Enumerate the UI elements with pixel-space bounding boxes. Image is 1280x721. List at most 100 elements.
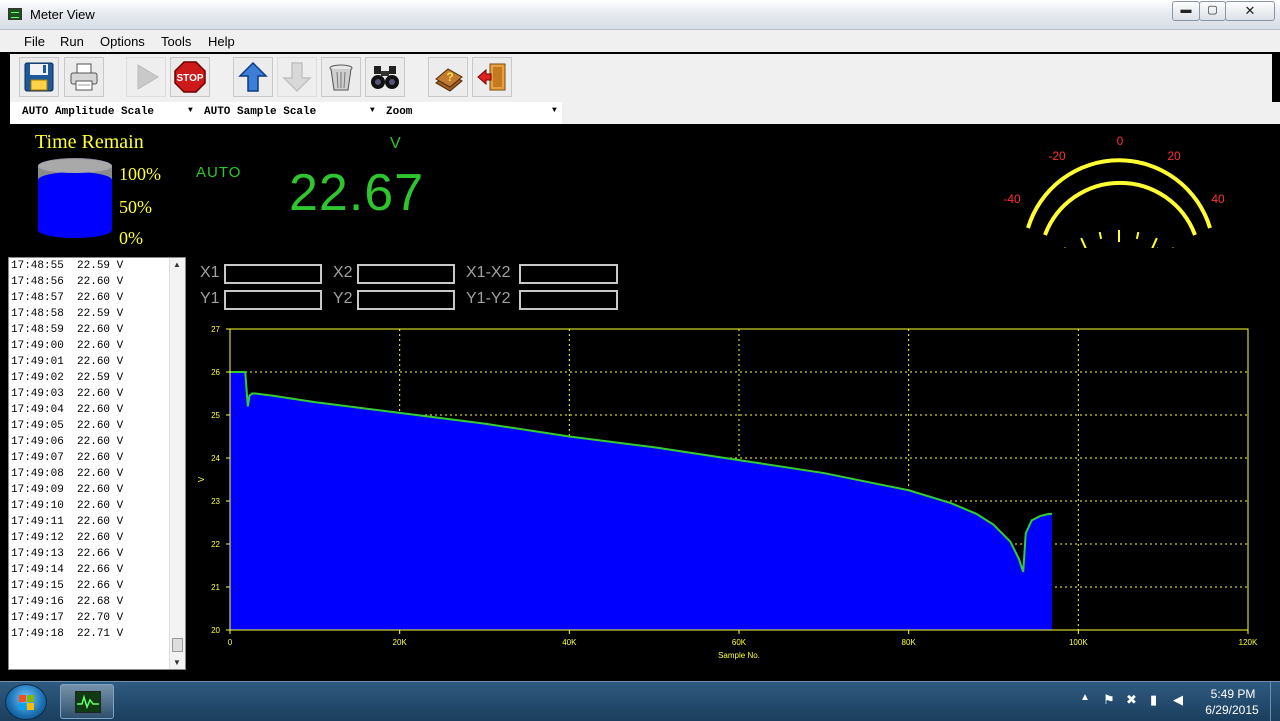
y-tick-label: 22 [211, 540, 220, 549]
chevron-down-icon: ▼ [188, 106, 193, 115]
menu-tools[interactable]: Tools [161, 34, 191, 49]
log-row[interactable]: 17:49:05 22.60 V [11, 420, 123, 436]
stop-sign-icon: STOP [173, 60, 207, 94]
reading-log-list[interactable]: 17:48:55 22.59 V17:48:56 22.60 V17:48:57… [8, 257, 186, 670]
tray-expand-icon[interactable]: ▲ [1080, 692, 1090, 703]
network-error-icon[interactable]: ✖ [1126, 692, 1137, 708]
log-row[interactable]: 17:49:14 22.66 V [11, 564, 123, 580]
gauge-label-40: 40 [1211, 192, 1225, 206]
battery-tank-icon [37, 158, 113, 238]
close-button[interactable]: ✕ [1225, 1, 1275, 21]
print-button[interactable] [64, 57, 104, 97]
gauge-ticks [1050, 230, 1188, 248]
toolbar: STOP [10, 54, 1272, 102]
app-icon [8, 8, 22, 20]
cursor-x1x2-field[interactable] [519, 264, 618, 284]
range-mode: AUTO [196, 164, 241, 181]
cursor-y1-field[interactable] [224, 290, 322, 310]
volume-muted-icon[interactable]: ◀ [1173, 692, 1183, 708]
log-row[interactable]: 17:48:56 22.60 V [11, 276, 123, 292]
zoom-value: Zoom [386, 106, 412, 118]
x-tick-label: 60K [732, 638, 747, 647]
play-button[interactable] [126, 57, 166, 97]
action-center-icon[interactable]: ⚑ [1103, 692, 1115, 708]
cursor-y2-field[interactable] [357, 290, 455, 310]
show-desktop-button[interactable] [1270, 682, 1280, 721]
log-row[interactable]: 17:49:12 22.60 V [11, 532, 123, 548]
help-book-button[interactable]: ? [428, 57, 468, 97]
log-row[interactable]: 17:48:55 22.59 V [11, 260, 123, 276]
gauge-tick [1152, 238, 1157, 248]
reading-unit: V [390, 135, 401, 153]
log-row[interactable]: 17:49:10 22.60 V [11, 500, 123, 516]
stop-button[interactable]: STOP [170, 57, 210, 97]
log-row[interactable]: 17:49:03 22.60 V [11, 388, 123, 404]
x-tick-label: 80K [902, 638, 917, 647]
taskbar-meter-view[interactable] [60, 684, 114, 719]
zoom-select[interactable]: Zoom ▼ [386, 106, 562, 118]
chevron-down-icon: ▼ [370, 106, 375, 115]
log-row[interactable]: 17:49:08 22.60 V [11, 468, 123, 484]
y-tick-label: 21 [211, 583, 220, 592]
log-row[interactable]: 17:48:59 22.60 V [11, 324, 123, 340]
scroll-up-icon[interactable]: ▲ [173, 260, 181, 269]
log-row[interactable]: 17:49:17 22.70 V [11, 612, 123, 628]
start-button[interactable] [5, 684, 47, 720]
gauge-tick [1137, 232, 1138, 239]
menu-file[interactable]: File [24, 34, 45, 49]
minimize-button[interactable]: ▬ [1172, 1, 1200, 21]
window-title: Meter View [30, 7, 95, 22]
cursor-y1y2-field[interactable] [519, 290, 618, 310]
tank-level-0: 0% [119, 228, 143, 249]
voltage-chart[interactable]: 020K40K60K80K100K120K2021222324252627Sam… [190, 320, 1266, 664]
find-button[interactable] [365, 57, 405, 97]
meter-view-window: Meter View ▬ ▢ ✕ File Run Options Tools … [0, 0, 1280, 681]
log-row[interactable]: 17:49:18 22.71 V [11, 628, 123, 644]
exit-button[interactable] [472, 57, 512, 97]
y-tick-label: 20 [211, 626, 220, 635]
clear-button[interactable] [321, 57, 361, 97]
log-row[interactable]: 17:49:04 22.60 V [11, 404, 123, 420]
amplitude-scale-select[interactable]: AUTO Amplitude Scale ▼ [22, 106, 202, 118]
help-book-icon: ? [432, 61, 464, 93]
log-row[interactable]: 17:49:06 22.60 V [11, 436, 123, 452]
log-row[interactable]: 17:49:15 22.66 V [11, 580, 123, 596]
printer-icon [68, 61, 100, 93]
log-scrollbar[interactable]: ▲ ▼ [169, 258, 185, 669]
maximize-button[interactable]: ▢ [1199, 1, 1226, 21]
clock-date[interactable]: 6/29/2015 [1200, 703, 1264, 717]
log-row[interactable]: 17:49:13 22.66 V [11, 548, 123, 564]
cursor-x2-field[interactable] [357, 264, 455, 284]
log-row[interactable]: 17:49:09 22.60 V [11, 484, 123, 500]
menu-options[interactable]: Options [100, 34, 145, 49]
signal-icon[interactable]: ▮ [1150, 692, 1157, 708]
scroll-thumb[interactable] [172, 638, 183, 652]
svg-text:?: ? [446, 70, 453, 84]
cursor-x1-field[interactable] [224, 264, 322, 284]
sample-scale-select[interactable]: AUTO Sample Scale ▼ [204, 106, 384, 118]
log-row[interactable]: 17:48:58 22.59 V [11, 308, 123, 324]
log-row[interactable]: 17:49:16 22.68 V [11, 596, 123, 612]
arrow-down-icon [281, 61, 313, 93]
log-row[interactable]: 17:49:01 22.60 V [11, 356, 123, 372]
log-row[interactable]: 17:49:00 22.60 V [11, 340, 123, 356]
download-button[interactable] [277, 57, 317, 97]
windows-logo-icon [19, 695, 35, 711]
menu-bar: File Run Options Tools Help [0, 30, 1280, 52]
log-row[interactable]: 17:49:07 22.60 V [11, 452, 123, 468]
upload-button[interactable] [233, 57, 273, 97]
log-row[interactable]: 17:49:11 22.60 V [11, 516, 123, 532]
log-row[interactable]: 17:49:02 22.59 V [11, 372, 123, 388]
x-tick-label: 20K [393, 638, 408, 647]
floppy-disk-icon [23, 61, 55, 93]
menu-run[interactable]: Run [60, 34, 84, 49]
analog-gauge: 0 -20 20 -40 40 [990, 128, 1240, 248]
log-row[interactable]: 17:48:57 22.60 V [11, 292, 123, 308]
save-button[interactable] [19, 57, 59, 97]
menu-help[interactable]: Help [208, 34, 235, 49]
trash-can-icon [325, 61, 357, 93]
play-icon [130, 61, 162, 93]
clock-time[interactable]: 5:49 PM [1208, 687, 1258, 701]
scroll-down-icon[interactable]: ▼ [173, 658, 181, 667]
x-tick-label: 100K [1069, 638, 1088, 647]
